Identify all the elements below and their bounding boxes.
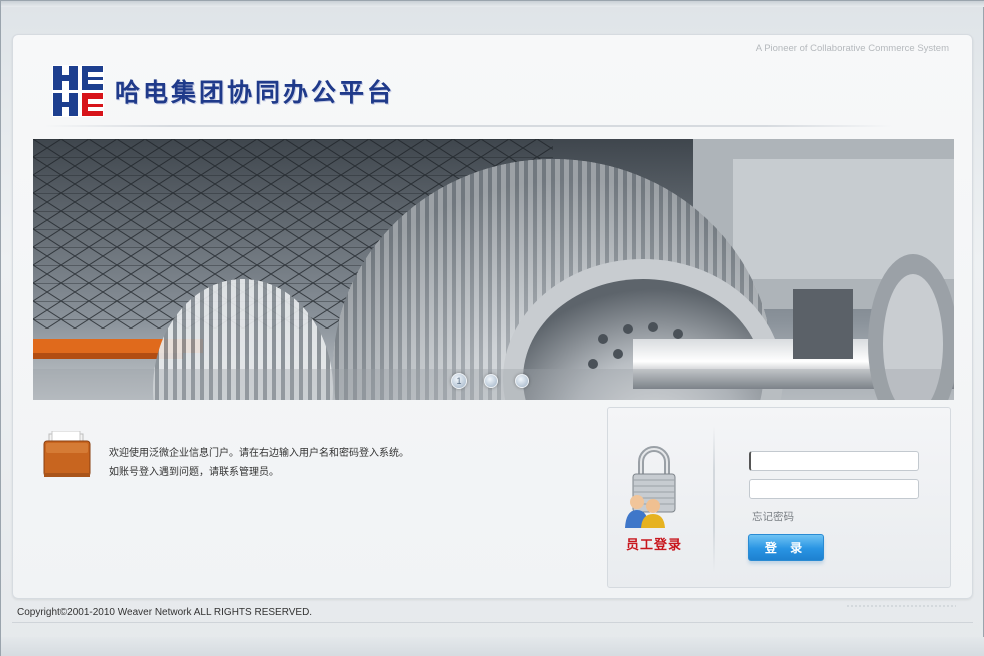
harbin-electric-logo-icon (52, 65, 104, 117)
tagline: A Pioneer of Collaborative Commerce Syst… (755, 43, 949, 54)
welcome-message: 欢迎使用泛微企业信息门户。请在右边输入用户名和密码登入系统。 如账号登入遇到问题… (109, 444, 409, 482)
footer: Copyright©2001-2010 Weaver Network ALL R… (12, 601, 973, 623)
footer-dotted-line (846, 605, 956, 607)
welcome-line-2: 如账号登入遇到问题，请联系管理员。 (109, 467, 279, 478)
briefcase-icon (43, 431, 91, 477)
slide-dot-3[interactable] (515, 374, 529, 388)
steam-turbine-rotor-photo (33, 139, 954, 400)
slide-dot-2[interactable] (484, 374, 498, 388)
slide-dot-1[interactable]: 1 (451, 373, 467, 389)
window-top-edge (1, 1, 984, 7)
lock-users-icon (625, 446, 676, 528)
login-button[interactable]: 登 录 (748, 534, 824, 561)
forgot-password-link[interactable]: 忘记密码 (752, 509, 794, 524)
staff-login-label: 员工登录 (626, 538, 683, 553)
password-input[interactable] (749, 479, 919, 499)
banner-slideshow: 1 (33, 139, 954, 400)
bottom-strip (1, 637, 984, 656)
panel-divider (713, 426, 715, 572)
login-page-card: A Pioneer of Collaborative Commerce Syst… (12, 34, 973, 599)
platform-title: 哈电集团协同办公平台 (115, 78, 396, 107)
header-divider (43, 125, 893, 127)
copyright-text: Copyright©2001-2010 Weaver Network ALL R… (17, 607, 313, 618)
username-input[interactable] (749, 451, 919, 471)
login-panel: 员工登录 忘记密码 登 录 (607, 407, 951, 588)
slide-indicators: 1 (451, 373, 529, 389)
welcome-line-1: 欢迎使用泛微企业信息门户。请在右边输入用户名和密码登入系统。 (109, 448, 409, 459)
